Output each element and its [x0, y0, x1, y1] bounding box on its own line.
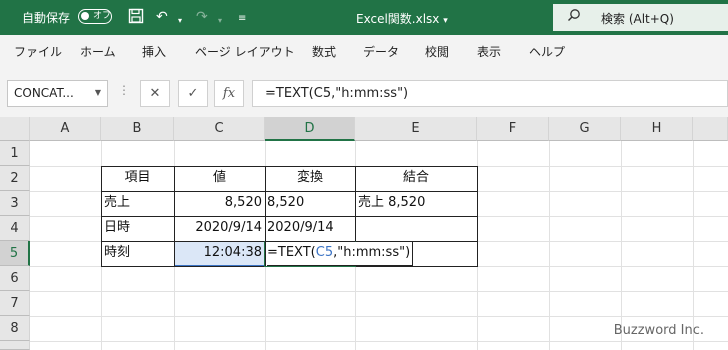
- formula-bar-area: CONCAT... ▼ ⋮ ✕ ✓ fx =TEXT(C5,"h:mm:ss"): [0, 65, 728, 117]
- tab-review[interactable]: 校閲: [425, 43, 449, 60]
- cell-b2[interactable]: 項目: [101, 167, 174, 189]
- gridline: [30, 291, 728, 292]
- redo-icon[interactable]: ↷: [196, 8, 208, 26]
- enter-button[interactable]: ✓: [178, 80, 208, 107]
- formula-text: =TEXT(C5,"h:mm:ss"): [265, 86, 409, 101]
- autosave-toggle[interactable]: オフ: [78, 9, 112, 24]
- column-header-b[interactable]: B: [101, 117, 174, 141]
- formula-prefix: =TEXT(: [267, 245, 316, 260]
- worksheet-grid: A B C D E F G H 1 2 3 4 5 6 7 8 項目 値 変換 …: [0, 117, 728, 350]
- more-icon[interactable]: ⋮: [118, 83, 130, 97]
- row-header-9[interactable]: [0, 341, 30, 350]
- row-header-5[interactable]: 5: [0, 241, 30, 266]
- cell-d2[interactable]: 変換: [265, 167, 355, 189]
- redo-dropdown-icon[interactable]: ▾: [218, 12, 222, 30]
- autosave-label: 自動保存: [22, 11, 71, 25]
- tab-data[interactable]: データ: [363, 43, 399, 60]
- search-box[interactable]: 検索 (Alt+Q): [553, 4, 728, 31]
- select-all-corner[interactable]: [0, 117, 30, 141]
- row-header-1[interactable]: 1: [0, 141, 30, 166]
- cell-c5[interactable]: 12:04:38: [174, 242, 262, 264]
- row-header-7[interactable]: 7: [0, 291, 30, 316]
- cell-e3[interactable]: 売上 8,520: [358, 192, 425, 214]
- toggle-knob: [81, 12, 89, 20]
- gridline: [30, 341, 728, 342]
- formula-suffix: ,"h:mm:ss"): [333, 245, 411, 260]
- save-icon[interactable]: [128, 8, 144, 29]
- column-header-c[interactable]: C: [174, 117, 265, 141]
- tab-view[interactable]: 表示: [477, 43, 501, 60]
- file-name-text: Excel関数.xlsx: [356, 12, 440, 26]
- chevron-down-icon[interactable]: ▼: [95, 88, 101, 97]
- column-header-g[interactable]: G: [549, 117, 621, 141]
- column-header-h[interactable]: H: [621, 117, 693, 141]
- tab-insert[interactable]: 挿入: [142, 43, 166, 60]
- cell-d5-editor[interactable]: =TEXT(C5,"h:mm:ss"): [267, 242, 414, 266]
- gridline: [693, 141, 694, 350]
- insert-function-button[interactable]: fx: [214, 80, 244, 107]
- column-header-f[interactable]: F: [477, 117, 549, 141]
- tab-home[interactable]: ホーム: [80, 43, 116, 60]
- search-icon: [567, 8, 581, 26]
- watermark: Buzzword Inc.: [613, 323, 704, 338]
- formula-reference: C5: [315, 245, 334, 260]
- column-header-a[interactable]: A: [30, 117, 101, 141]
- tab-file[interactable]: ファイル: [14, 43, 62, 60]
- cell-c2[interactable]: 値: [174, 167, 265, 189]
- undo-icon[interactable]: ↶: [156, 8, 168, 26]
- tab-formulas[interactable]: 数式: [312, 43, 336, 60]
- row-header-8[interactable]: 8: [0, 316, 30, 341]
- column-header-d[interactable]: D: [265, 117, 355, 141]
- cell-b4[interactable]: 日時: [104, 217, 130, 239]
- gridline: [621, 141, 622, 350]
- tab-help[interactable]: ヘルプ: [529, 43, 565, 60]
- name-box-value: CONCAT...: [14, 86, 74, 100]
- autosave-state: オフ: [93, 11, 112, 21]
- cell-b5[interactable]: 時刻: [104, 242, 130, 264]
- formula-input[interactable]: =TEXT(C5,"h:mm:ss"): [252, 80, 728, 107]
- cell-c4[interactable]: 2020/9/14: [174, 217, 262, 239]
- customize-toolbar-icon[interactable]: ≡: [238, 10, 246, 28]
- column-header-i[interactable]: [693, 117, 728, 141]
- cell-d3[interactable]: 8,520: [267, 192, 304, 214]
- cell-b3[interactable]: 売上: [104, 192, 130, 214]
- chevron-down-icon: ▾: [443, 16, 448, 26]
- ribbon-tabs: ファイル ホーム 挿入 ページ レイアウト 数式 データ 校閲 表示 ヘルプ: [0, 35, 728, 66]
- row-header-6[interactable]: 6: [0, 266, 30, 291]
- cancel-button[interactable]: ✕: [140, 80, 170, 107]
- gridline: [30, 316, 728, 317]
- cell-d4[interactable]: 2020/9/14: [267, 217, 334, 239]
- file-name[interactable]: Excel関数.xlsx ▾: [356, 10, 448, 27]
- row-header-4[interactable]: 4: [0, 216, 30, 241]
- gridline: [549, 141, 550, 350]
- cell-e2[interactable]: 結合: [355, 167, 477, 189]
- search-label: 検索 (Alt+Q): [601, 12, 674, 26]
- cell-c3[interactable]: 8,520: [174, 192, 262, 214]
- title-bar: 自動保存 オフ ↶ ▾ ↷ ▾ ≡ Excel関数.xlsx ▾ 検索 (Alt…: [0, 0, 728, 35]
- column-header-e[interactable]: E: [355, 117, 477, 141]
- row-header-3[interactable]: 3: [0, 191, 30, 216]
- undo-dropdown-icon[interactable]: ▾: [178, 12, 182, 30]
- row-header-2[interactable]: 2: [0, 166, 30, 191]
- tab-page-layout[interactable]: ページ レイアウト: [195, 43, 295, 60]
- name-box[interactable]: CONCAT... ▼: [7, 80, 108, 107]
